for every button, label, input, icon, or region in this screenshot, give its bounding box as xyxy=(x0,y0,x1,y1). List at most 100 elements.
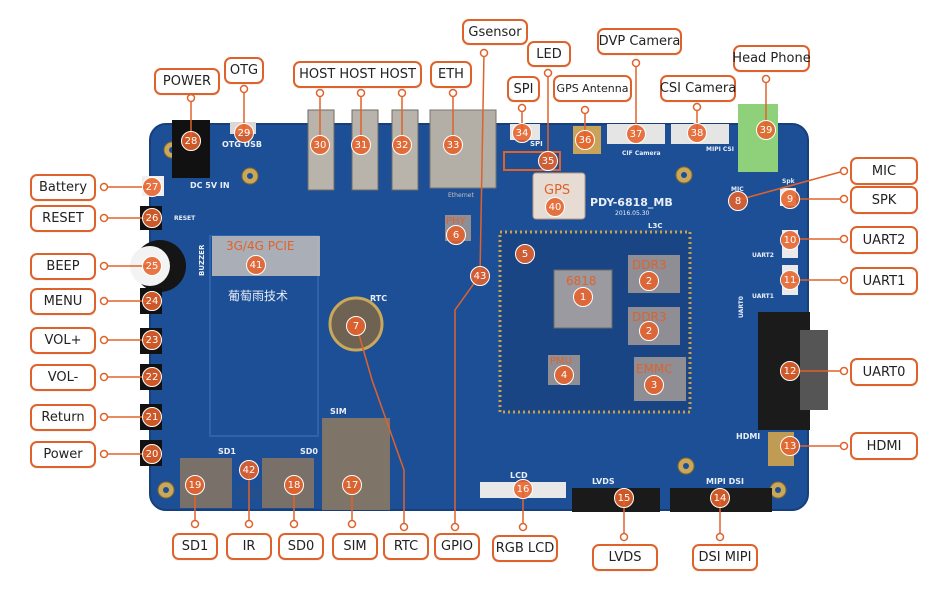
silk-cif-camera: CIF Camera xyxy=(622,150,661,157)
callout-rgb-lcd: RGB LCD xyxy=(492,535,558,562)
silk-mipi-dsi: MIPI DSI xyxy=(706,477,744,486)
callout-vol-minus: VOL- xyxy=(30,364,96,391)
callout-power: POWER xyxy=(154,68,220,95)
marker-4: 4 xyxy=(554,365,574,385)
marker-31: 31 xyxy=(351,135,371,155)
marker-43: 43 xyxy=(470,266,490,286)
callout-otg: OTG xyxy=(224,57,264,84)
marker-23: 23 xyxy=(142,330,162,350)
marker-18: 18 xyxy=(284,475,304,495)
callout-dsi-mipi: DSI MIPI xyxy=(692,544,758,571)
marker-17: 17 xyxy=(342,475,362,495)
board-diagram: OTG USB DC 5V IN PDY-6818_MB 2016.05.30 … xyxy=(0,0,940,598)
silk-uart1: UART1 xyxy=(752,293,774,300)
marker-11: 11 xyxy=(780,270,800,290)
callout-spk: SPK xyxy=(850,186,918,214)
marker-28: 28 xyxy=(181,131,201,151)
callout-rtc: RTC xyxy=(383,533,429,560)
callout-beep: BEEP xyxy=(30,253,96,280)
marker-13: 13 xyxy=(780,436,800,456)
chip-label-pcie: 3G/4G PCIE xyxy=(226,239,295,253)
marker-38: 38 xyxy=(687,123,707,143)
marker-1: 1 xyxy=(573,287,593,307)
marker-14: 14 xyxy=(710,488,730,508)
callout-uart0: UART0 xyxy=(850,358,918,386)
chip-label-gps: GPS xyxy=(544,183,571,198)
marker-19: 19 xyxy=(185,475,205,495)
marker-30: 30 xyxy=(310,135,330,155)
marker-36: 36 xyxy=(575,130,595,150)
marker-24: 24 xyxy=(142,291,162,311)
silk-spi: SPI xyxy=(530,140,543,148)
silk-uart0: UART0 xyxy=(738,296,745,318)
sim-slot xyxy=(322,418,390,510)
marker-9: 9 xyxy=(780,189,800,209)
marker-39: 39 xyxy=(756,120,776,140)
marker-7: 7 xyxy=(346,316,366,336)
callout-csi-camera: CSI Camera xyxy=(660,75,736,102)
marker-41: 41 xyxy=(246,255,266,275)
callout-power-key: Power xyxy=(30,441,96,468)
silk-lvds: LVDS xyxy=(592,477,615,486)
callout-uart1: UART1 xyxy=(850,267,918,295)
marker-37: 37 xyxy=(626,124,646,144)
marker-42: 42 xyxy=(239,460,259,480)
callout-gpio: GPIO xyxy=(434,533,480,560)
chip-label-ddr3-a: DDR3 xyxy=(632,258,667,272)
marker-29: 29 xyxy=(234,123,254,143)
callout-vol-plus: VOL+ xyxy=(30,327,96,354)
silk-buzzer: BUZZER xyxy=(198,244,206,276)
silk-reset: RESET xyxy=(174,215,196,222)
callout-battery: Battery xyxy=(30,174,96,201)
silk-uart2: UART2 xyxy=(752,252,774,259)
callout-lvds: LVDS xyxy=(592,544,658,571)
marker-3: 3 xyxy=(644,375,664,395)
chip-label-6818: 6818 xyxy=(566,274,597,288)
callout-led: LED xyxy=(527,41,571,67)
marker-12: 12 xyxy=(780,361,800,381)
callout-hdmi: HDMI xyxy=(850,432,918,460)
callout-eth: ETH xyxy=(430,61,472,88)
marker-15: 15 xyxy=(614,488,634,508)
marker-2a: 2 xyxy=(639,271,659,291)
callout-return: Return xyxy=(30,404,96,431)
ethernet-jack xyxy=(429,109,497,189)
marker-32: 32 xyxy=(392,135,412,155)
marker-20: 20 xyxy=(142,444,162,464)
marker-5: 5 xyxy=(515,244,535,264)
callout-menu: MENU xyxy=(30,288,96,315)
marker-21: 21 xyxy=(142,407,162,427)
marker-8: 8 xyxy=(728,191,748,211)
board-model: PDY-6818_MB xyxy=(590,196,673,209)
callout-spi: SPI xyxy=(507,76,540,102)
callout-gps-antenna: GPS Antenna xyxy=(553,75,632,102)
silk-sd1: SD1 xyxy=(218,447,236,456)
board-date: 2016.05.30 xyxy=(615,210,650,217)
board-graphic xyxy=(99,48,849,542)
marker-10: 10 xyxy=(780,230,800,250)
silk-sd0: SD0 xyxy=(300,447,318,456)
silk-sim: SIM xyxy=(330,407,347,416)
silk-hdmi: HDMI xyxy=(736,432,761,441)
marker-25: 25 xyxy=(142,256,162,276)
callout-ir: IR xyxy=(226,533,272,560)
marker-33: 33 xyxy=(443,135,463,155)
callout-reset: RESET xyxy=(30,205,96,232)
marker-35: 35 xyxy=(538,151,558,171)
chip-label-emmc: EMMC xyxy=(636,362,673,376)
marker-6: 6 xyxy=(446,225,466,245)
brand-text: 葡萄雨技术 xyxy=(228,289,289,303)
board-revision: L3C xyxy=(648,222,663,230)
marker-26: 26 xyxy=(142,208,162,228)
callout-dvp-camera: DVP Camera xyxy=(597,28,682,55)
ir-receiver xyxy=(236,486,260,500)
callout-mic: MIC xyxy=(850,157,918,185)
callout-sim: SIM xyxy=(332,533,378,560)
silk-mipi-csi: MIPI CSI xyxy=(706,146,734,153)
callout-uart2: UART2 xyxy=(850,226,918,254)
silk-ethernet: Ethernet xyxy=(448,192,474,199)
callout-sd1: SD1 xyxy=(172,533,218,560)
silk-spk: Spk xyxy=(782,178,795,185)
callout-host: HOST HOST HOST xyxy=(293,61,422,88)
silk-dc-in: DC 5V IN xyxy=(190,181,230,190)
